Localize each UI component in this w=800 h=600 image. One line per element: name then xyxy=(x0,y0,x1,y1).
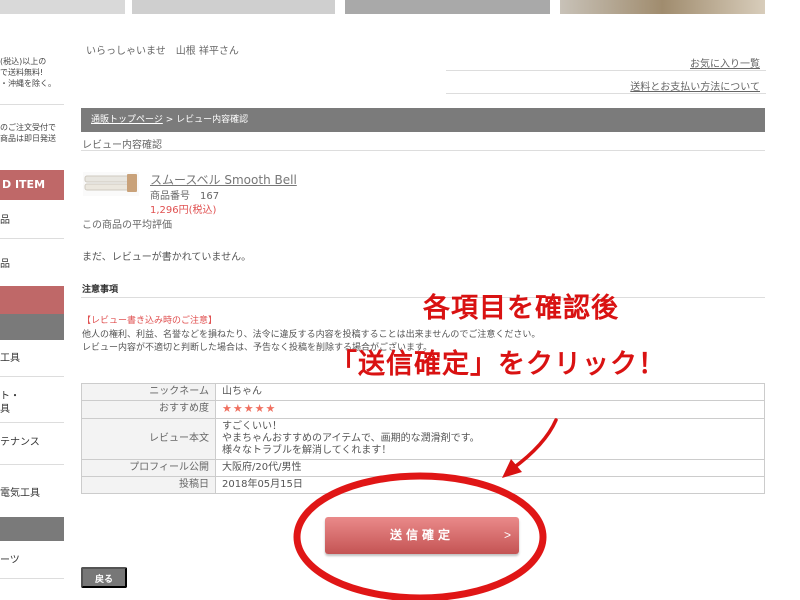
breadcrumb-top-link[interactable]: 通販トップページ xyxy=(91,115,163,125)
shipping-payment-link[interactable]: 送料とお支払い方法について xyxy=(630,78,760,93)
review-body-line: 様々なトラブルを解消してくれます！ xyxy=(222,445,392,456)
table-row: ニックネーム 山ちゃん xyxy=(81,383,765,401)
caution-text: 他人の権利、利益、名誉などを損ねたり、法令に違反する内容を投稿することは出来ませ… xyxy=(82,330,541,340)
chevron-right-icon: > xyxy=(503,528,511,542)
table-row: プロフィール公開 大阪府/20代/男性 xyxy=(81,459,765,477)
post-date-value: 2018年05月15日 xyxy=(215,476,765,494)
nickname-label: ニックネーム xyxy=(81,383,216,401)
annotation-text: 各項目を確認後 xyxy=(423,293,619,324)
submit-confirm-button[interactable]: 送信確定 > xyxy=(325,517,519,554)
divider xyxy=(0,422,64,423)
post-date-label: 投稿日 xyxy=(81,476,216,494)
product-image[interactable] xyxy=(83,172,139,196)
sidebar-category-heading xyxy=(0,286,64,316)
sidebar-shipping-promo: (税込)以上の で送料無料! ・沖縄を除く。 xyxy=(0,57,56,88)
sidebar-item[interactable]: 電気工具 xyxy=(0,487,64,500)
sidebar-subheading xyxy=(0,314,64,340)
welcome-message: いらっしゃいませ 山根 祥平さん xyxy=(86,46,239,57)
caution-heading: 【レビュー書き込み時のご注意】 xyxy=(82,316,218,326)
table-row: おすすめ度 ★★★★★ xyxy=(81,400,765,419)
product-name-link[interactable]: スムースベル Smooth Bell xyxy=(150,171,297,188)
sidebar-item[interactable]: ーツ xyxy=(0,554,64,567)
review-confirm-table: ニックネーム 山ちゃん おすすめ度 ★★★★★ レビュー本文 すごくいい！ やま… xyxy=(81,383,765,494)
profile-label: プロフィール公開 xyxy=(81,459,216,477)
rating-label: おすすめ度 xyxy=(81,400,216,419)
divider xyxy=(81,150,765,151)
sidebar-item[interactable]: ト・ 具 xyxy=(0,390,64,416)
table-row: 投稿日 2018年05月15日 xyxy=(81,476,765,494)
review-body-value: すごくいい！ やまちゃんおすすめのアイテムで、画期的な潤滑剤です。 様々なトラブ… xyxy=(215,418,765,460)
divider xyxy=(0,238,64,239)
sidebar-subheading xyxy=(0,517,64,541)
breadcrumb-current: レビュー内容確認 xyxy=(176,115,249,125)
submit-button-label: 送信確定 xyxy=(389,528,454,542)
divider xyxy=(446,93,766,94)
review-body-line: すごくいい！ xyxy=(222,421,282,432)
average-rating-label: この商品の平均評価 xyxy=(82,220,172,231)
banner-image[interactable] xyxy=(132,0,335,14)
sidebar-item[interactable]: テナンス xyxy=(0,436,64,449)
no-review-message: まだ、レビューが書かれていません。 xyxy=(82,252,252,263)
breadcrumb: 通販トップページ > レビュー内容確認 xyxy=(81,108,765,132)
rating-value: ★★★★★ xyxy=(215,400,765,419)
back-button[interactable]: 戻る xyxy=(81,567,127,588)
sidebar: (税込)以上の で送料無料! ・沖縄を除く。 のご注文受付で 商品は即日発送 D… xyxy=(0,40,64,600)
sidebar-ranking-heading: D ITEM xyxy=(0,170,64,200)
favorites-link[interactable]: お気に入り一覧 xyxy=(690,55,760,70)
page-subtitle: レビュー内容確認 xyxy=(82,140,162,151)
divider xyxy=(0,464,64,465)
profile-value: 大阪府/20代/男性 xyxy=(215,459,765,477)
nickname-value: 山ちゃん xyxy=(215,383,765,401)
star-rating-icon: ★★★★★ xyxy=(222,402,277,415)
review-body-line: やまちゃんおすすめのアイテムで、画期的な潤滑剤です。 xyxy=(222,433,480,444)
divider xyxy=(0,104,64,105)
banner-image[interactable] xyxy=(345,0,550,14)
review-body-label: レビュー本文 xyxy=(81,418,216,460)
banner-image[interactable] xyxy=(560,0,765,14)
top-banner-strip xyxy=(0,0,800,14)
breadcrumb-separator: > xyxy=(162,115,177,125)
sidebar-item[interactable]: 品 xyxy=(0,258,64,271)
sidebar-sameday-promo: のご注文受付で 商品は即日発送 xyxy=(0,123,56,143)
product-price: 1,296円(税込) xyxy=(150,205,217,216)
product-number: 商品番号 167 xyxy=(150,191,220,202)
notes-heading: 注意事項 xyxy=(82,285,119,295)
table-row: レビュー本文 すごくいい！ やまちゃんおすすめのアイテムで、画期的な潤滑剤です。… xyxy=(81,418,765,460)
divider xyxy=(446,70,766,71)
banner-image[interactable] xyxy=(0,0,125,14)
divider xyxy=(0,376,64,377)
sidebar-item[interactable]: 品 xyxy=(0,214,64,227)
annotation-text: 「送信確定」をクリック！ xyxy=(330,349,666,380)
divider xyxy=(0,578,64,579)
sidebar-item[interactable]: 工具 xyxy=(0,352,64,365)
